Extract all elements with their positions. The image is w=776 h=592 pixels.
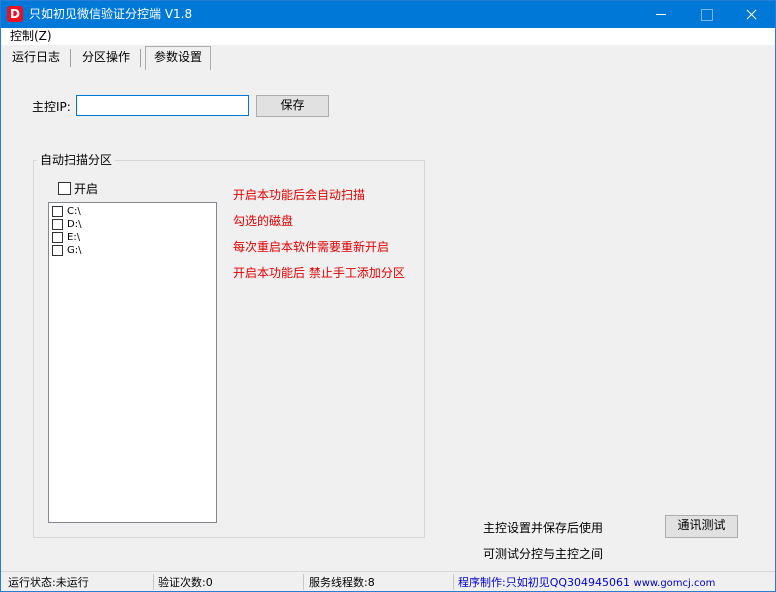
status-separator	[303, 574, 304, 590]
comm-hint-line-1: 主控设置并保存后使用	[483, 521, 604, 535]
drive-label: D:\	[67, 218, 82, 230]
auto-scan-group-title: 自动扫描分区	[37, 153, 116, 167]
drive-label: C:\	[67, 205, 81, 217]
drive-label: G:\	[67, 244, 82, 256]
tab-run-log[interactable]: 运行日志	[5, 47, 67, 69]
host-ip-label: 主控IP:	[32, 100, 71, 114]
auto-scan-note-2: 勾选的磁盘	[233, 214, 294, 228]
drive-list[interactable]: C:\ D:\ E:\ G:\	[48, 202, 217, 523]
tab-separator	[140, 49, 141, 67]
drive-checkbox[interactable]	[52, 219, 63, 230]
status-service-threads: 服务线程数:8	[309, 576, 375, 589]
enable-checkbox-label: 开启	[74, 182, 99, 196]
tab-partition-ops[interactable]: 分区操作	[75, 47, 137, 69]
title-bar[interactable]: D 只如初见微信验证分控端 V1.8	[1, 1, 775, 28]
app-logo-icon: D	[7, 6, 23, 22]
enable-checkbox[interactable]: 开启	[58, 180, 98, 197]
status-separator	[453, 574, 454, 590]
maximize-button[interactable]	[683, 1, 728, 28]
drive-item-e[interactable]: E:\	[52, 231, 80, 244]
status-bar: 运行状态:未运行 验证次数:0 服务线程数:8 程序制作:只如初见QQ30494…	[1, 571, 775, 591]
status-separator	[153, 574, 154, 590]
drive-checkbox[interactable]	[52, 232, 63, 243]
drive-checkbox[interactable]	[52, 206, 63, 217]
auto-scan-note-1: 开启本功能后会自动扫描	[233, 188, 366, 202]
auto-scan-note-3: 每次重启本软件需要重新开启	[233, 240, 390, 254]
minimize-button[interactable]	[638, 1, 683, 28]
save-button[interactable]: 保存	[256, 95, 329, 117]
comm-test-button[interactable]: 通讯测试	[665, 515, 738, 538]
host-ip-input[interactable]	[76, 95, 249, 116]
status-verify-count: 验证次数:0	[158, 576, 213, 589]
status-credit-author: 程序制作:只如初见QQ304945061	[458, 576, 631, 589]
window-title: 只如初见微信验证分控端 V1.8	[29, 7, 193, 21]
auto-scan-note-4: 开启本功能后 禁止手工添加分区	[233, 266, 405, 280]
menu-control[interactable]: 控制(Z)	[10, 29, 52, 44]
drive-item-g[interactable]: G:\	[52, 244, 82, 257]
menu-bar: 控制(Z)	[1, 28, 775, 45]
close-button[interactable]	[728, 1, 773, 28]
drive-item-d[interactable]: D:\	[52, 218, 81, 231]
drive-item-c[interactable]: C:\	[52, 205, 81, 218]
tab-param-settings[interactable]: 参数设置	[145, 46, 211, 70]
status-credit-url[interactable]: www.gomcj.com	[634, 578, 716, 589]
tab-bar: 运行日志 分区操作 参数设置	[1, 45, 775, 70]
main-window: D 只如初见微信验证分控端 V1.8 控制(Z) 运行日志 分区操作 参数设置 …	[0, 0, 776, 592]
status-run-state: 运行状态:未运行	[8, 576, 89, 589]
enable-checkbox-box[interactable]	[58, 182, 71, 195]
comm-hint-line-2: 可测试分控与主控之间	[483, 547, 604, 561]
status-credit: 程序制作:只如初见QQ304945061 www.gomcj.com	[458, 575, 715, 591]
tab-separator	[70, 49, 71, 67]
drive-checkbox[interactable]	[52, 245, 63, 256]
drive-label: E:\	[67, 231, 81, 243]
